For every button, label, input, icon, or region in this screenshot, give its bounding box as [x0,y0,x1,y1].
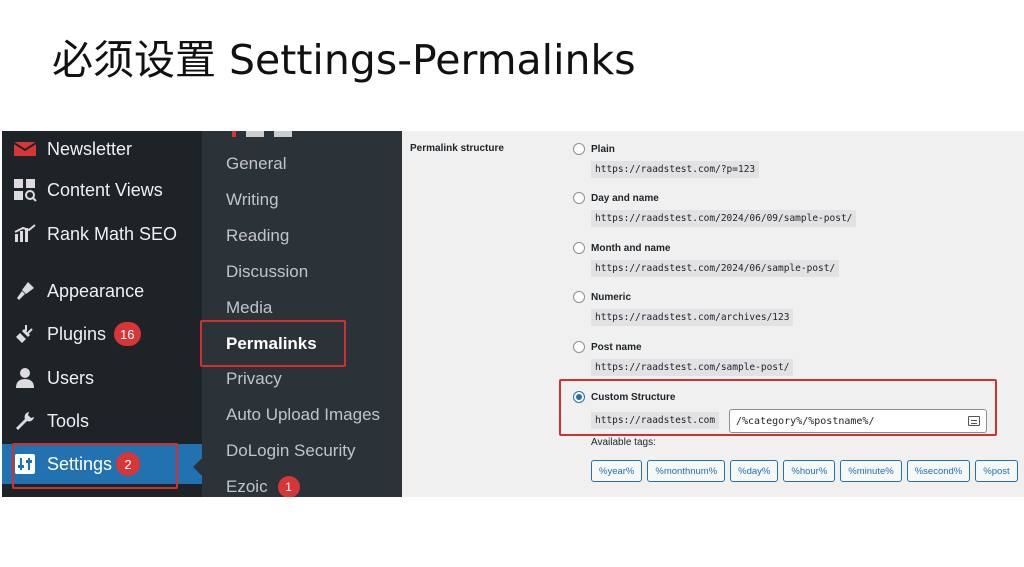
tag-button-monthnum[interactable]: %monthnum% [647,460,726,482]
paintbrush-icon [12,278,38,304]
menu-item-content-views[interactable]: Content Views [2,172,202,208]
menu-item-rank-math-seo[interactable]: Rank Math SEO [2,216,202,252]
menu-item-tools[interactable]: Tools [2,403,202,439]
custom-structure-input[interactable]: /%category%/%postname%/ [729,409,987,433]
option-label: Numeric [591,291,632,303]
option-label: Post name [591,341,642,353]
ezoic-badge: 1 [277,476,300,497]
option-label: Month and name [591,242,671,254]
option-month-and-name[interactable]: Month and name [573,242,670,254]
envelope-icon [12,136,38,162]
radio-numeric[interactable] [573,291,585,303]
menu-item-users[interactable]: Users [2,360,202,396]
top-tab-strip [232,131,292,137]
menu-item-label: Rank Math SEO [47,223,178,244]
submenu-item-dologin-security[interactable]: DoLogin Security [226,439,355,463]
wrench-icon [12,408,38,434]
submenu-item-discussion[interactable]: Discussion [226,260,308,284]
example-plain: https://raadstest.com/?p=123 [591,161,760,178]
available-tags-label: Available tags: [591,437,656,448]
submenu-item-privacy[interactable]: Privacy [226,367,282,391]
submenu-item-reading[interactable]: Reading [226,224,289,248]
example-month-and-name: https://raadstest.com/2024/06/sample-pos… [591,260,840,277]
available-tags-list: %year% %monthnum% %day% %hour% %minute% … [591,460,1018,482]
radio-plain[interactable] [573,143,585,155]
menu-item-label: Settings [47,453,113,474]
option-numeric[interactable]: Numeric [573,291,631,303]
permalink-structure-heading: Permalink structure [410,143,504,154]
submenu-item-writing[interactable]: Writing [226,188,279,212]
menu-item-newsletter[interactable]: Newsletter [2,131,202,167]
menu-item-label: Plugins [47,323,107,344]
active-menu-indicator [193,458,202,476]
tag-button-hour[interactable]: %hour% [783,460,836,482]
radio-post-name[interactable] [573,341,585,353]
submenu-item-general[interactable]: General [226,152,286,176]
tag-picker-icon[interactable] [968,416,980,426]
option-plain[interactable]: Plain [573,143,615,155]
option-label: Plain [591,143,615,155]
menu-item-label: Appearance [47,280,145,301]
user-icon [12,365,38,391]
example-day-and-name: https://raadstest.com/2024/06/09/sample-… [591,210,857,227]
option-label: Custom Structure [591,391,676,403]
example-post-name: https://raadstest.com/sample-post/ [591,359,794,376]
example-numeric: https://raadstest.com/archives/123 [591,309,794,326]
grid-search-icon [12,177,38,203]
chart-icon [12,221,38,247]
option-day-and-name[interactable]: Day and name [573,192,659,204]
menu-item-label: Newsletter [47,138,133,159]
submenu-item-label: Ezoic [226,477,268,496]
tag-button-post[interactable]: %post [975,460,1018,482]
tag-button-minute[interactable]: %minute% [840,460,902,482]
menu-item-settings[interactable]: Settings 2 [2,444,202,484]
custom-structure-base-url: https://raadstest.com [591,412,720,429]
menu-item-label: Users [47,367,95,388]
admin-menu: Newsletter Content Views Rank Math SEO A… [2,131,202,497]
option-custom-structure[interactable]: Custom Structure [573,391,675,403]
radio-day-and-name[interactable] [573,192,585,204]
tag-button-year[interactable]: %year% [591,460,643,482]
tag-button-day[interactable]: %day% [730,460,779,482]
submenu-item-auto-upload-images[interactable]: Auto Upload Images [226,403,380,427]
custom-structure-value: /%category%/%postname%/ [736,415,875,427]
option-label: Day and name [591,192,659,204]
plugin-icon [12,321,38,347]
submenu-item-ezoic[interactable]: Ezoic 1 [226,475,300,497]
radio-month-and-name[interactable] [573,242,585,254]
settings-sliders-icon [12,451,38,477]
menu-item-plugins[interactable]: Plugins 16 [2,316,202,352]
plugins-update-badge: 16 [114,322,141,346]
submenu-item-media[interactable]: Media [226,296,272,320]
menu-item-appearance[interactable]: Appearance [2,273,202,309]
option-post-name[interactable]: Post name [573,341,642,353]
settings-badge: 2 [116,452,141,476]
slide-title: 必须设置 Settings-Permalinks [52,36,636,84]
tag-button-second[interactable]: %second% [906,460,971,482]
settings-submenu: General Writing Reading Discussion Media… [202,131,402,497]
menu-item-label: Tools [47,410,90,431]
radio-custom-structure[interactable] [573,391,585,403]
menu-item-label: Content Views [47,179,163,200]
submenu-item-permalinks[interactable]: Permalinks [226,332,317,356]
permalink-settings-panel: Permalink structure Plain https://raadst… [402,131,1024,497]
